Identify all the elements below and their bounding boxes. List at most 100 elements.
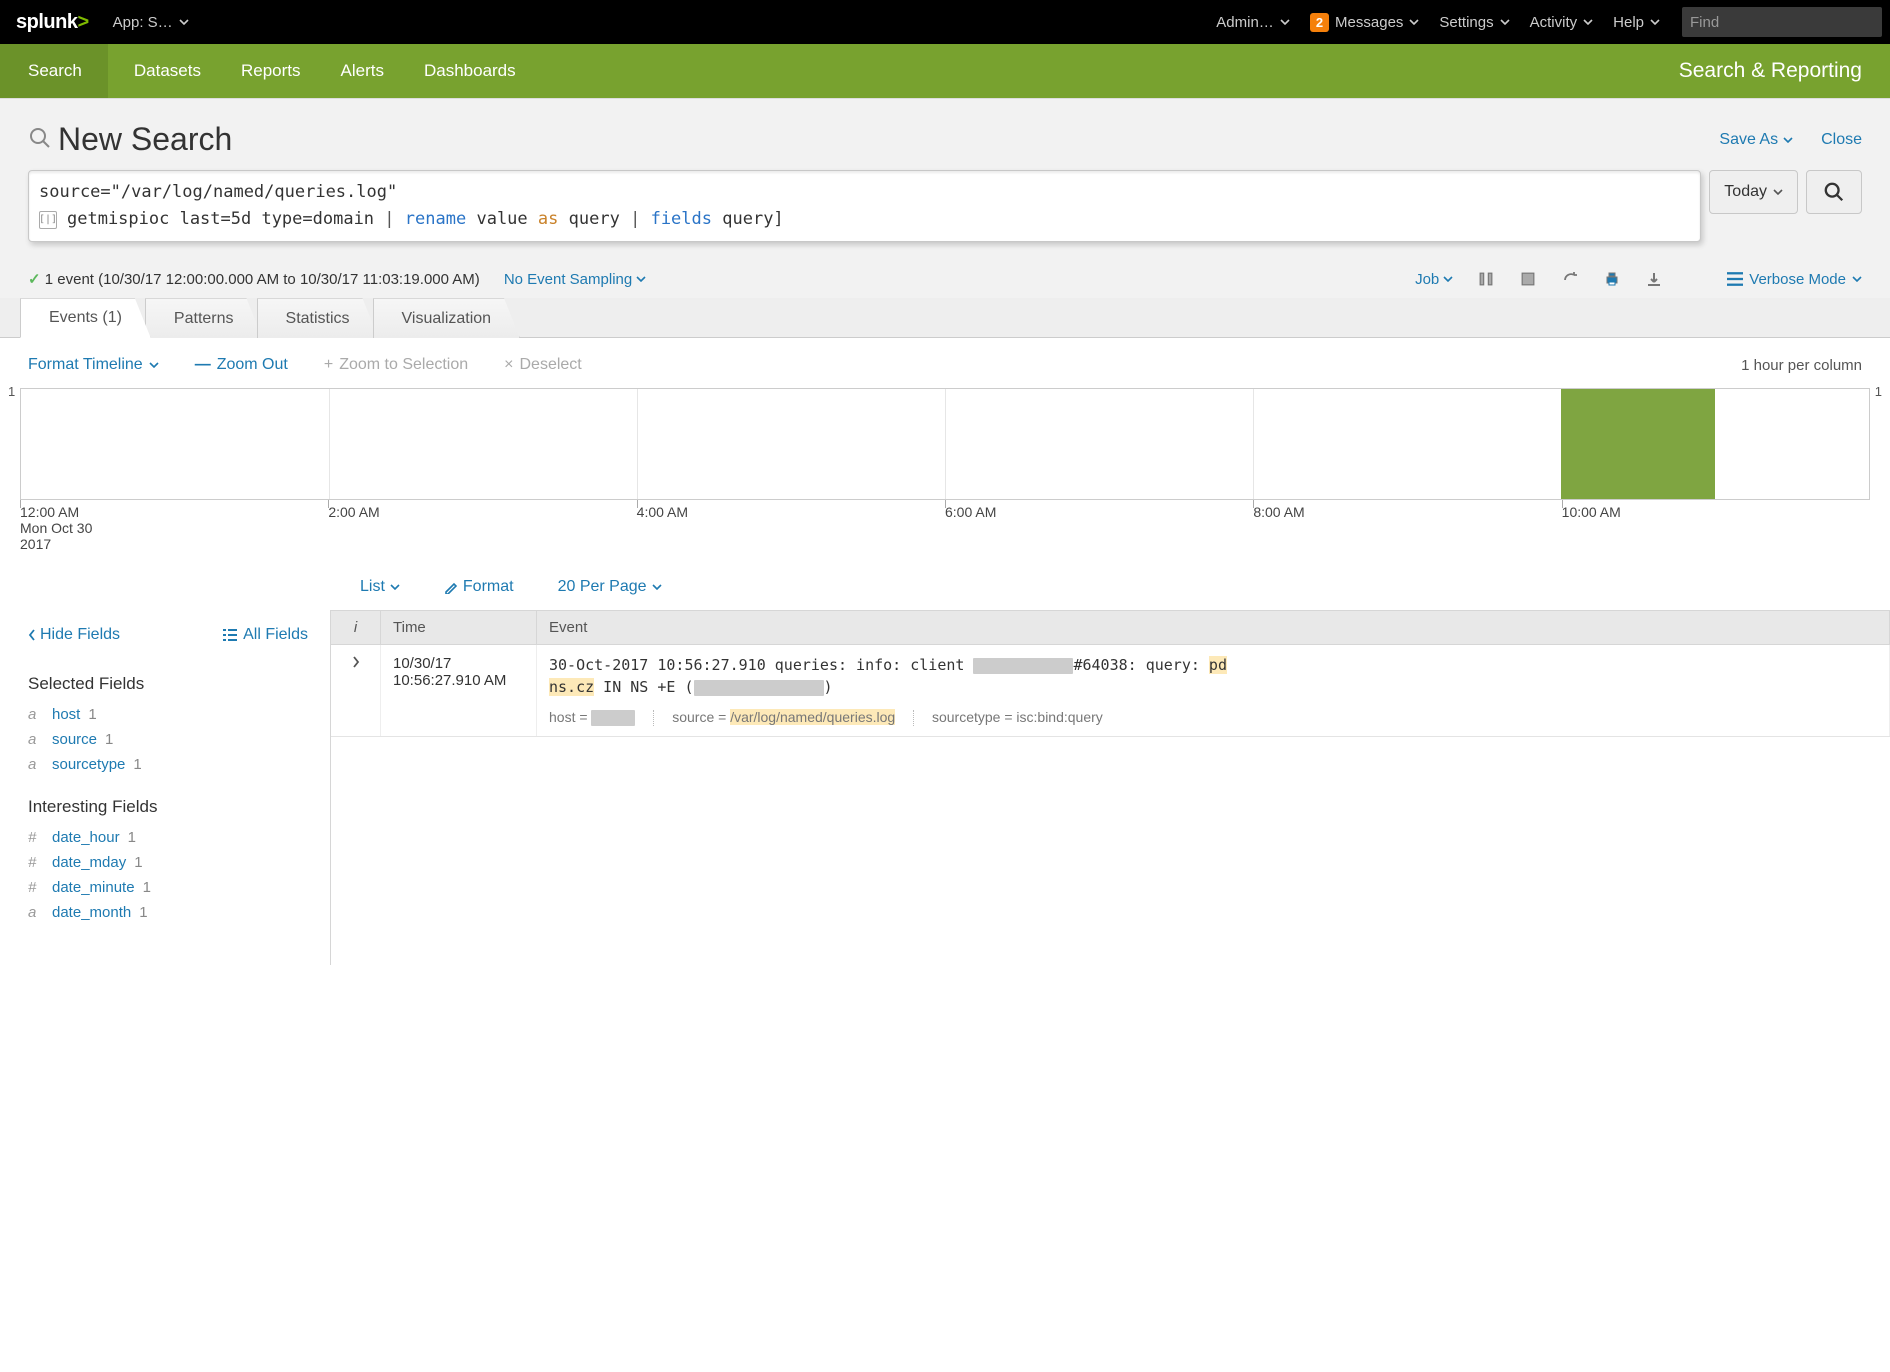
timeline-granularity: 1 hour per column: [1741, 357, 1862, 374]
search-input[interactable]: source="/var/log/named/queries.log" [|] …: [28, 170, 1701, 242]
nav-reports[interactable]: Reports: [221, 44, 321, 98]
app-nav: Search Datasets Reports Alerts Dashboard…: [0, 44, 1890, 98]
save-as-menu[interactable]: Save As: [1719, 131, 1793, 149]
events-table: i Time Event 10/30/17 10:56:27.910 AM 30…: [330, 610, 1890, 965]
field-item[interactable]: #date_minute1: [28, 875, 308, 900]
chevron-down-icon: [1852, 276, 1862, 282]
chevron-down-icon: [1650, 19, 1660, 25]
stop-icon[interactable]: [1519, 270, 1537, 288]
activity-menu[interactable]: Activity: [1520, 0, 1604, 44]
result-tabs: Events (1) Patterns Statistics Visualiza…: [0, 298, 1890, 338]
meta-source[interactable]: source = /var/log/named/queries.log: [672, 709, 895, 725]
event-meta: host = source = /var/log/named/queries.l…: [549, 709, 1877, 726]
interesting-fields-heading: Interesting Fields: [28, 797, 308, 817]
view-mode-menu[interactable]: List: [360, 578, 400, 596]
chevron-down-icon: [1409, 19, 1419, 25]
timeline-bar[interactable]: [1561, 389, 1715, 499]
y-axis-max-left: 1: [8, 384, 15, 399]
list-icon: [1727, 272, 1743, 286]
global-topbar: splunk> App: S… Admin… 2 Messages Settin…: [0, 0, 1890, 44]
timeline-chart[interactable]: 1 1 12:00 AMMon Oct 3020172:00 AM4:00 AM…: [6, 388, 1884, 564]
timeline-controls: Format Timeline —Zoom Out +Zoom to Selec…: [0, 338, 1890, 388]
nav-search[interactable]: Search: [0, 44, 108, 98]
admin-menu[interactable]: Admin…: [1206, 0, 1300, 44]
chevron-right-icon: [352, 656, 360, 668]
close-button[interactable]: Close: [1821, 131, 1862, 149]
settings-menu[interactable]: Settings: [1429, 0, 1519, 44]
x-tick: 8:00 AM: [1253, 504, 1304, 520]
event-raw[interactable]: 30-Oct-2017 10:56:27.910 queries: info: …: [549, 655, 1877, 699]
format-menu[interactable]: Format: [444, 578, 514, 596]
export-icon[interactable]: [1645, 270, 1663, 288]
zoom-out-button[interactable]: —Zoom Out: [195, 356, 288, 374]
page-title: New Search: [58, 121, 232, 158]
tab-statistics[interactable]: Statistics: [257, 298, 379, 338]
event-list-controls: List Format 20 Per Page: [0, 564, 1890, 610]
chevron-left-icon: [28, 629, 36, 641]
run-search-button[interactable]: [1806, 170, 1862, 214]
pause-icon[interactable]: [1477, 270, 1495, 288]
splunk-logo[interactable]: splunk>: [8, 11, 103, 34]
chevron-down-icon: [1583, 19, 1593, 25]
hide-fields-button[interactable]: Hide Fields: [28, 626, 120, 644]
nav-datasets[interactable]: Datasets: [114, 44, 221, 98]
deselect-button: ×Deselect: [504, 356, 582, 374]
pencil-icon: [444, 580, 458, 594]
search-line-1: source="/var/log/named/queries.log": [39, 179, 1690, 206]
job-menu[interactable]: Job: [1415, 271, 1453, 288]
app-picker[interactable]: App: S…: [103, 0, 199, 44]
selected-fields-heading: Selected Fields: [28, 674, 308, 694]
y-axis-max-right: 1: [1875, 384, 1882, 399]
fields-sidebar: Hide Fields All Fields Selected Fields a…: [0, 610, 330, 965]
field-item[interactable]: #date_mday1: [28, 850, 308, 875]
field-item[interactable]: adate_month1: [28, 900, 308, 925]
format-timeline-menu[interactable]: Format Timeline: [28, 356, 159, 374]
chevron-down-icon: [1783, 137, 1793, 143]
x-tick: 6:00 AM: [945, 504, 996, 520]
x-tick: 4:00 AM: [637, 504, 688, 520]
col-event[interactable]: Event: [537, 611, 1890, 644]
chevron-down-icon: [1773, 189, 1783, 195]
all-fields-button[interactable]: All Fields: [223, 626, 308, 644]
meta-host[interactable]: host =: [549, 709, 635, 725]
field-item[interactable]: asourcetype1: [28, 752, 308, 777]
tab-patterns[interactable]: Patterns: [145, 298, 263, 338]
nav-dashboards[interactable]: Dashboards: [404, 44, 536, 98]
event-time: 10/30/17 10:56:27.910 AM: [381, 645, 537, 736]
nav-alerts[interactable]: Alerts: [321, 44, 404, 98]
field-item[interactable]: #date_hour1: [28, 825, 308, 850]
per-page-menu[interactable]: 20 Per Page: [558, 578, 662, 596]
messages-menu[interactable]: 2 Messages: [1300, 0, 1430, 44]
chevron-down-icon: [636, 276, 646, 282]
event-row: 10/30/17 10:56:27.910 AM 30-Oct-2017 10:…: [331, 645, 1890, 737]
chevron-down-icon: [1443, 276, 1453, 282]
app-title: Search & Reporting: [1679, 59, 1862, 83]
zoom-to-selection-button: +Zoom to Selection: [324, 356, 468, 374]
field-item[interactable]: asource1: [28, 727, 308, 752]
expand-search-icon[interactable]: [|]: [39, 211, 57, 229]
chevron-down-icon: [1280, 19, 1290, 25]
page-head: New Search Save As Close: [0, 99, 1890, 170]
job-status-bar: ✓ 1 event (10/30/17 12:00:00.000 AM to 1…: [0, 260, 1890, 298]
tab-visualization[interactable]: Visualization: [373, 298, 521, 338]
search-mode-menu[interactable]: Verbose Mode: [1727, 271, 1862, 288]
event-count-summary: 1 event (10/30/17 12:00:00.000 AM to 10/…: [45, 271, 480, 288]
chevron-down-icon: [390, 584, 400, 590]
expand-row-button[interactable]: [331, 645, 381, 736]
chevron-down-icon: [179, 19, 189, 25]
global-find-input[interactable]: Find: [1682, 7, 1882, 37]
share-icon[interactable]: [1561, 270, 1579, 288]
chevron-down-icon: [149, 362, 159, 368]
search-icon: [28, 126, 52, 153]
check-icon: ✓: [28, 271, 41, 288]
redacted-ip: [973, 658, 1073, 674]
event-sampling-menu[interactable]: No Event Sampling: [504, 271, 646, 288]
help-menu[interactable]: Help: [1603, 0, 1670, 44]
meta-sourcetype[interactable]: sourcetype = isc:bind:query: [932, 709, 1103, 725]
time-range-picker[interactable]: Today: [1709, 170, 1798, 214]
col-time[interactable]: Time: [381, 611, 537, 644]
print-icon[interactable]: [1603, 270, 1621, 288]
field-item[interactable]: ahost1: [28, 702, 308, 727]
messages-badge: 2: [1310, 13, 1329, 32]
tab-events[interactable]: Events (1): [20, 298, 151, 338]
